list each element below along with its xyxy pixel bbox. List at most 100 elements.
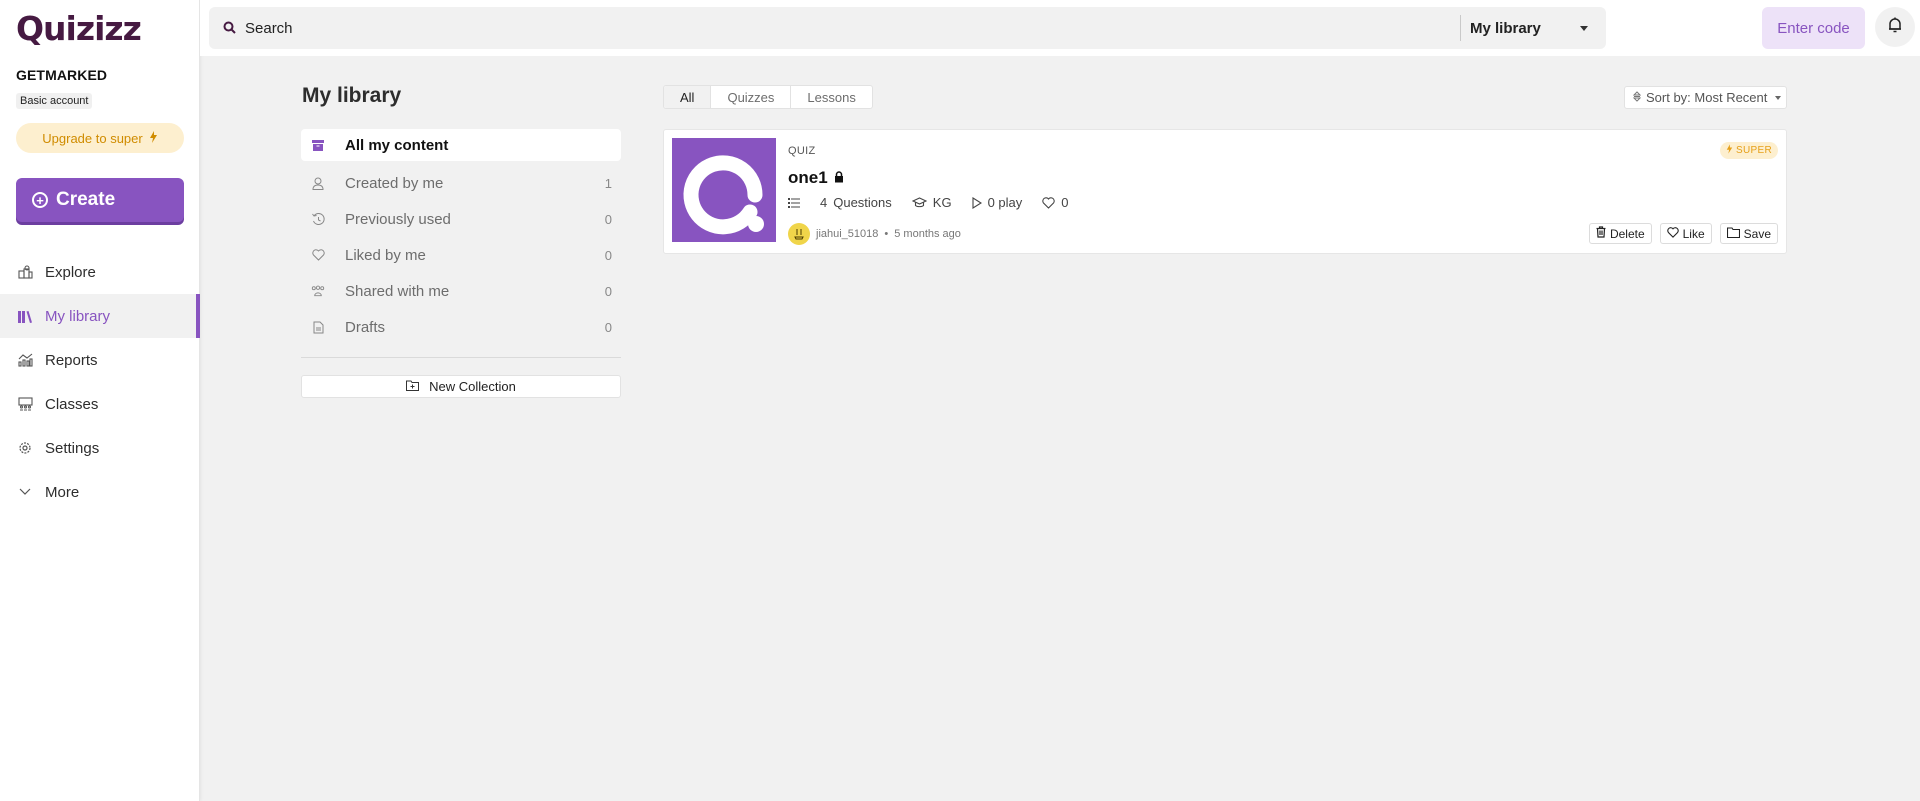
library-filter-count: 1 <box>604 175 612 191</box>
nav-item-explore[interactable]: Explore <box>0 250 200 294</box>
folder-icon <box>1726 226 1740 241</box>
quiz-actions: Delete Like Save <box>1588 223 1778 244</box>
library-filter-label: Created by me <box>345 174 444 192</box>
like-button[interactable]: Like <box>1659 223 1712 244</box>
quiz-meta: 4 Questions KG 0 play 0 <box>788 195 1069 210</box>
search-input[interactable] <box>245 19 1460 37</box>
save-button[interactable]: Save <box>1719 223 1778 244</box>
archive-box-icon <box>311 138 325 152</box>
explore-icon <box>17 264 33 280</box>
tab-quizzes[interactable]: Quizzes <box>711 86 792 108</box>
history-icon <box>311 212 325 226</box>
quiz-type-label: QUIZ <box>788 145 816 157</box>
sidebar: Quizizz GETMARKED Basic account Upgrade … <box>0 0 200 801</box>
list-icon <box>788 197 800 208</box>
grade-level: KG <box>932 195 952 210</box>
sort-dropdown[interactable]: Sort by: Most Recent <box>1624 86 1787 109</box>
quiz-title-text: one1 <box>788 168 828 187</box>
create-button[interactable]: + Create <box>16 178 184 222</box>
search-icon <box>223 21 237 35</box>
delete-button[interactable]: Delete <box>1588 223 1652 244</box>
classes-icon <box>17 396 33 412</box>
library-filter-shared-with-me[interactable]: Shared with me 0 <box>301 273 621 309</box>
super-badge-label: SUPER <box>1736 145 1772 156</box>
tab-lessons[interactable]: Lessons <box>791 86 871 108</box>
caret-down-icon <box>1775 95 1782 100</box>
main-nav: Explore My library Reports Classes Setti… <box>0 250 200 514</box>
library-filter-list: All my content Created by me 1 Previousl… <box>301 129 621 345</box>
search-scope-value: My library <box>1470 19 1541 37</box>
graduation-cap-icon <box>911 197 927 208</box>
page-title: My library <box>302 84 402 107</box>
account-type-badge: Basic account <box>16 93 93 109</box>
library-filter-previously-used[interactable]: Previously used 0 <box>301 201 621 237</box>
search-box[interactable]: My library <box>209 7 1606 49</box>
quiz-thumbnail <box>672 138 776 242</box>
library-filter-all-content[interactable]: All my content <box>301 129 621 161</box>
folder-plus-icon <box>406 379 420 394</box>
new-collection-button[interactable]: New Collection <box>301 375 621 398</box>
chevron-down-icon <box>17 484 33 500</box>
organization-name: GETMARKED <box>16 67 108 83</box>
sort-icon <box>1632 90 1642 105</box>
enter-code-button[interactable]: Enter code <box>1762 7 1865 49</box>
author-avatar[interactable] <box>788 223 810 245</box>
library-filter-created-by-me[interactable]: Created by me 1 <box>301 165 621 201</box>
play-count: 0 play <box>987 195 1023 210</box>
plus-circle-icon: + <box>32 192 48 208</box>
upgrade-label: Upgrade to super <box>42 130 143 146</box>
sort-label: Sort by: Most Recent <box>1646 90 1768 105</box>
library-filter-label: Drafts <box>345 318 386 336</box>
library-filter-label: Shared with me <box>345 282 450 300</box>
library-filter-count: 0 <box>604 247 612 263</box>
nav-item-settings[interactable]: Settings <box>0 426 200 470</box>
library-filter-count: 0 <box>604 211 612 227</box>
quizizz-logo[interactable]: Quizizz <box>16 8 142 48</box>
search-scope-select[interactable]: My library <box>1460 15 1600 41</box>
quiz-author: jiahui_51018 • 5 months ago <box>788 223 961 245</box>
nav-item-more[interactable]: More <box>0 470 200 514</box>
questions-label: Questions <box>833 195 892 210</box>
nav-item-reports[interactable]: Reports <box>0 338 200 382</box>
notifications-button[interactable] <box>1875 7 1915 47</box>
logo-text: Quizizz <box>16 8 142 48</box>
super-badge: SUPER <box>1720 142 1778 159</box>
library-filter-liked-by-me[interactable]: Liked by me 0 <box>301 237 621 273</box>
lightning-icon <box>149 130 158 146</box>
library-icon <box>17 308 33 324</box>
like-count: 0 <box>1061 195 1069 210</box>
new-collection-label: New Collection <box>429 379 516 394</box>
caret-down-icon <box>1580 26 1588 31</box>
nav-label: Explore <box>45 263 96 281</box>
library-filter-count: 0 <box>604 283 612 299</box>
library-filter-label: All my content <box>345 136 449 154</box>
settings-icon <box>17 440 33 456</box>
save-label: Save <box>1743 226 1771 241</box>
bell-icon <box>1888 17 1902 38</box>
questions-count: 4 <box>820 195 828 210</box>
heart-icon <box>1666 226 1679 241</box>
content-type-tabs: All Quizzes Lessons <box>663 85 873 109</box>
upgrade-button[interactable]: Upgrade to super <box>16 123 184 153</box>
heart-icon <box>311 248 325 262</box>
library-filter-label: Previously used <box>345 210 451 228</box>
nav-item-classes[interactable]: Classes <box>0 382 200 426</box>
nav-label: Classes <box>45 395 99 413</box>
quiz-card[interactable]: QUIZ one1 4 Questions KG 0 play 0 jiahui… <box>663 129 1787 254</box>
tab-all[interactable]: All <box>664 86 712 108</box>
nav-label: My library <box>45 307 111 325</box>
author-name[interactable]: jiahui_51018 <box>816 228 878 240</box>
create-label: Create <box>56 189 116 210</box>
play-icon <box>972 196 982 209</box>
users-icon <box>311 284 325 298</box>
time-ago: 5 months ago <box>894 228 961 240</box>
library-filter-count: 0 <box>604 319 612 335</box>
separator-dot: • <box>884 228 889 240</box>
nav-item-my-library[interactable]: My library <box>0 294 200 338</box>
top-bar: My library Enter code <box>200 0 1920 56</box>
library-filter-label: Liked by me <box>345 246 426 264</box>
library-filter-drafts[interactable]: Drafts 0 <box>301 309 621 345</box>
lightning-icon <box>1726 144 1733 157</box>
divider <box>301 357 621 358</box>
trash-icon <box>1596 226 1606 241</box>
